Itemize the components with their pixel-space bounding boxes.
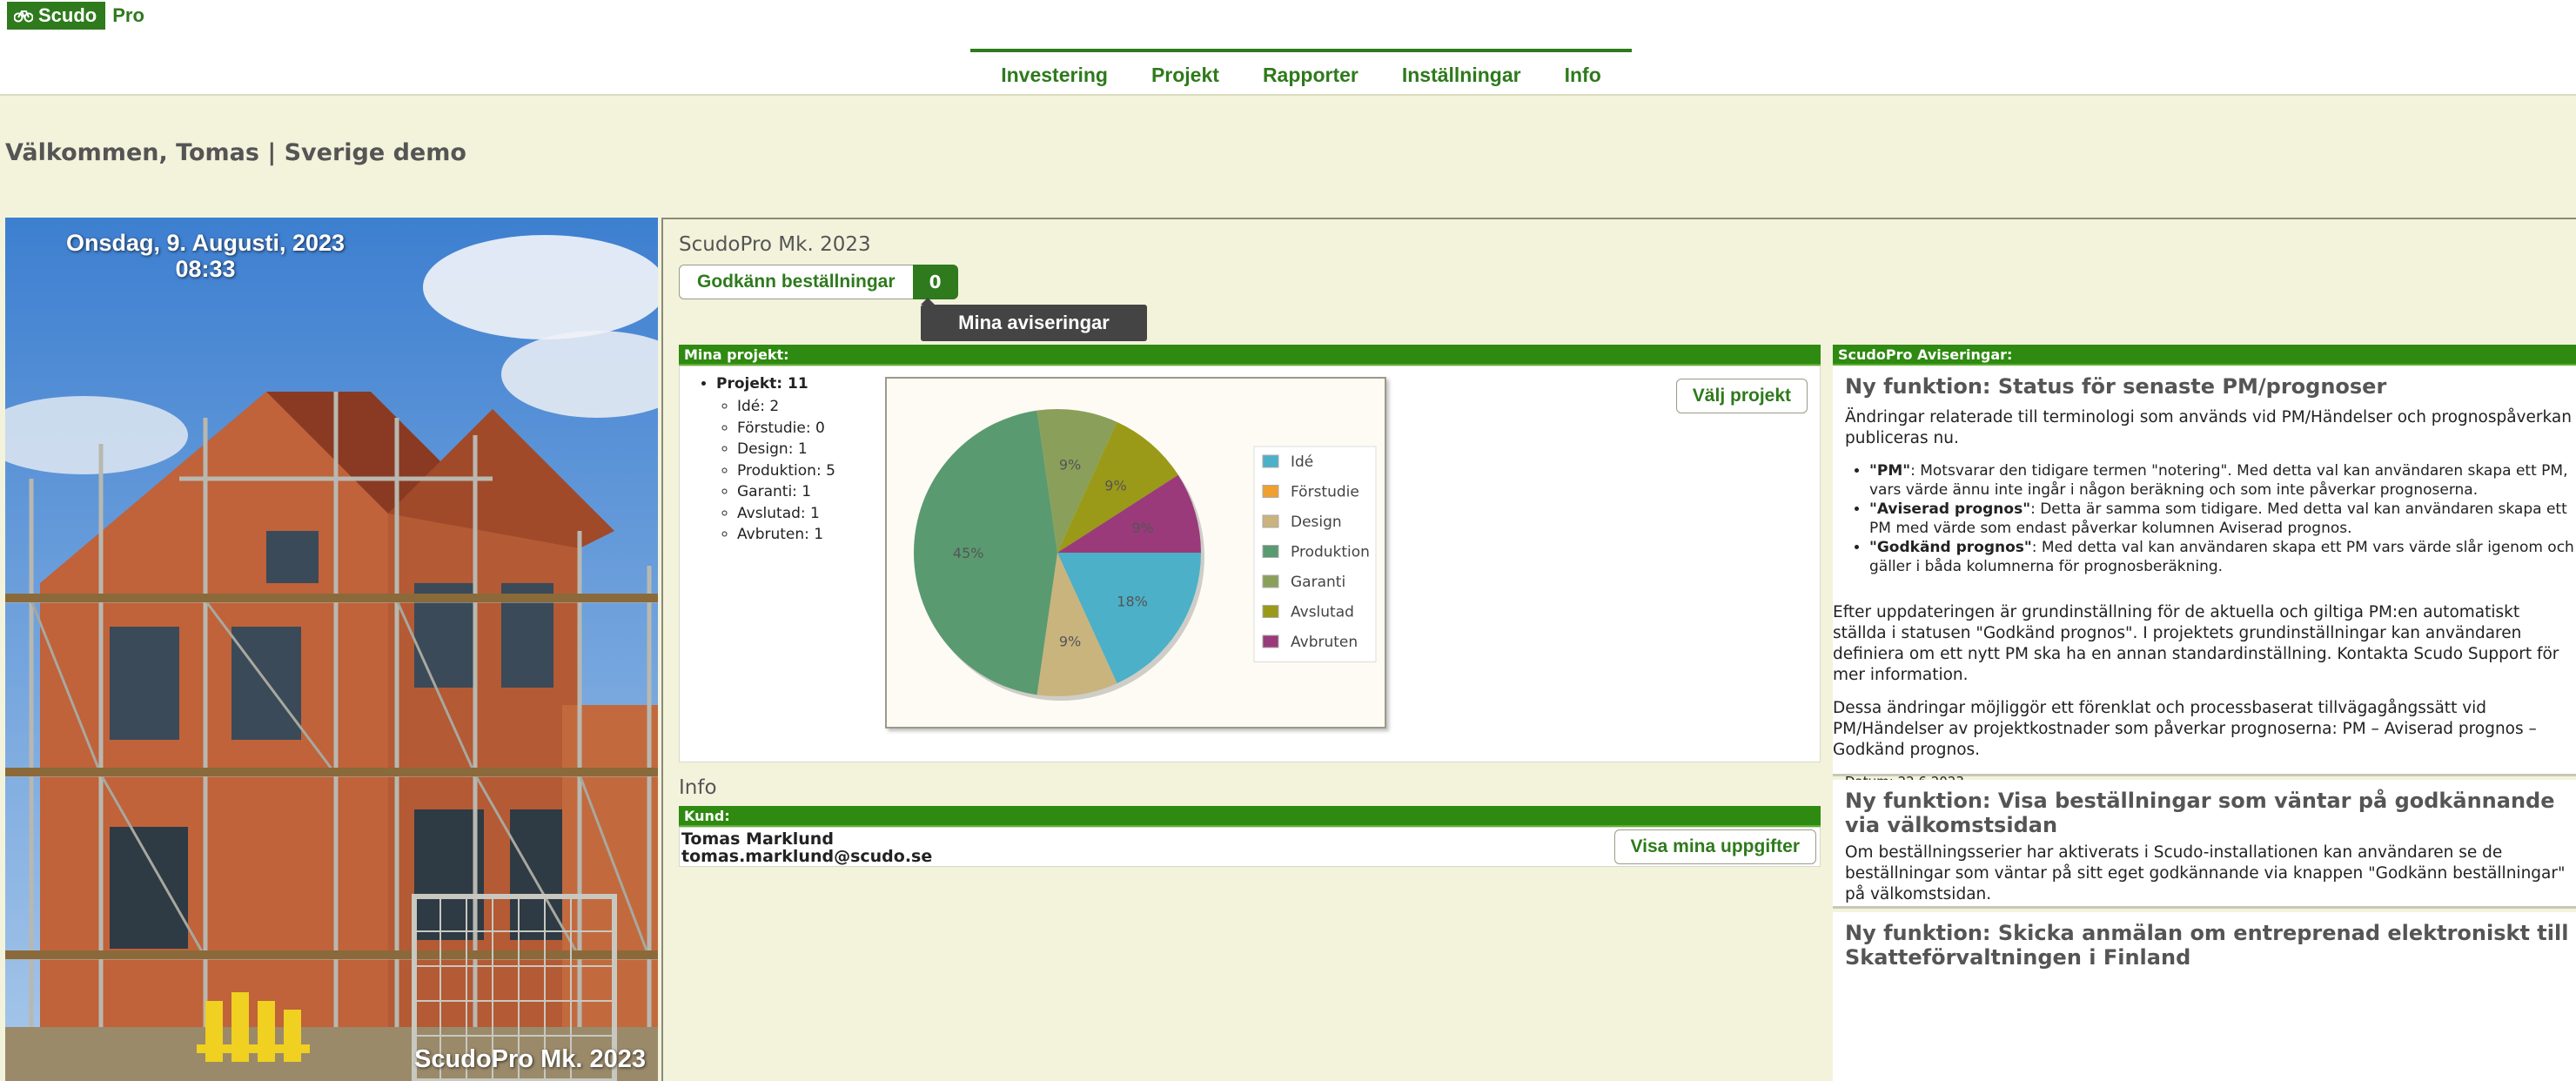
approve-orders-label: Godkänn beställningar: [679, 265, 913, 299]
notifications-header: ScudoPro Aviseringar:: [1833, 345, 2576, 366]
notice-item: Ny funktion: Skicka anmälan om entrepren…: [1833, 912, 2576, 1081]
customer-body: Tomas Marklund tomas.marklund@scudo.se V…: [679, 827, 1821, 867]
brand-suffix: Pro: [112, 4, 144, 26]
notice-bullet: "Godkänd prognos": Med detta val kan anv…: [1869, 538, 2576, 576]
project-total-item: Projekt: 11 Idé: 2 Förstudie: 0 Design: …: [716, 375, 835, 546]
notice-bullets: "PM": Motsvarar den tidigare termen "not…: [1869, 461, 2576, 576]
project-status-list: Idé: 2 Förstudie: 0 Design: 1 Produktion…: [737, 396, 835, 546]
legend-swatch: [1262, 605, 1279, 618]
main-title: ScudoPro Mk. 2023: [679, 233, 871, 256]
notice-title: Ny funktion: Visa beställningar som vänt…: [1845, 789, 2555, 837]
bullet-term: "PM": [1869, 462, 1911, 480]
project-status-item: Förstudie: 0: [737, 418, 835, 440]
bullet-term: "Godkänd prognos": [1869, 539, 2032, 556]
project-status-item: Avslutad: 1: [737, 503, 835, 525]
my-projects-header: Mina projekt:: [679, 345, 1821, 366]
legend-label: Avbruten: [1291, 634, 1358, 651]
legend-swatch: [1262, 454, 1279, 468]
approve-orders-count: 0: [912, 265, 958, 299]
customer-name: Tomas Marklund: [681, 829, 834, 849]
pie-data-label: 9%: [1059, 457, 1081, 473]
notice-title: Ny funktion: Skicka anmälan om entrepren…: [1845, 921, 2569, 970]
project-status-item: Garanti: 1: [737, 481, 835, 503]
my-projects-panel: Mina projekt: Projekt: 11 Idé: 2 Förstud…: [679, 345, 1821, 762]
notice-item: Ny funktion: Visa beställningar som vänt…: [1833, 780, 2576, 934]
photo-date: Onsdag, 9. Augusti, 2023: [65, 230, 345, 256]
nav-underline: [970, 49, 1632, 52]
legend-swatch: [1262, 574, 1279, 588]
main-nav: Investering Projekt Rapporter Inställnin…: [970, 54, 1632, 96]
photo-time: 08:33: [175, 256, 236, 282]
bullet-text: : Motsvarar den tidigare termen "noterin…: [1869, 462, 2568, 499]
legend-swatch: [1262, 485, 1279, 498]
nav-rapporter[interactable]: Rapporter: [1263, 64, 1358, 87]
notifications-panel: ScudoPro Aviseringar: Ny funktion: Statu…: [1833, 345, 2576, 1081]
customer-panel: Kund: Tomas Marklund tomas.marklund@scud…: [679, 806, 1821, 869]
customer-header: Kund:: [679, 806, 1821, 827]
pie-chart-svg: 18% 9% 45% 9% 9% 9% Idé Förstudie Design Produkti…: [914, 409, 1377, 701]
project-status-item: Produktion: 5: [737, 460, 835, 482]
approve-orders-button[interactable]: Godkänn beställningar 0: [679, 265, 958, 299]
logo[interactable]: Scudo Pro: [7, 2, 144, 30]
project-status-item: Avbruten: 1: [737, 524, 835, 546]
legend-label: Produktion: [1291, 544, 1370, 561]
notice-text: Om beställningsserier har aktiverats i S…: [1845, 843, 2566, 903]
nav-info[interactable]: Info: [1565, 64, 1601, 87]
notice-intro: Ändringar relaterade till terminologi so…: [1845, 408, 2572, 447]
legend-label: Avslutad: [1291, 604, 1354, 621]
legend-label: Idé: [1291, 453, 1313, 471]
choose-project-button[interactable]: Välj projekt: [1675, 379, 1808, 413]
bike-icon: [14, 10, 33, 23]
legend-swatch: [1262, 634, 1279, 648]
pie-data-label: 18%: [1117, 593, 1148, 609]
legend-swatch: [1262, 514, 1279, 528]
construction-illustration: [5, 218, 658, 1081]
project-pie-chart: 18% 9% 45% 9% 9% 9% Idé Förstudie Design Produkti…: [885, 377, 1386, 728]
bullet-term: "Aviserad prognos": [1869, 500, 2031, 518]
brand-name: Scudo: [38, 4, 97, 26]
info-title: Info: [679, 776, 717, 799]
nav-projekt[interactable]: Projekt: [1151, 64, 1219, 87]
notice-bullet: "PM": Motsvarar den tidigare termen "not…: [1869, 461, 2576, 500]
project-status-item: Design: 1: [737, 439, 835, 460]
customer-email: tomas.marklund@scudo.se: [681, 847, 933, 866]
legend-label: Förstudie: [1291, 484, 1359, 501]
nav-investering[interactable]: Investering: [1001, 64, 1108, 87]
logo-box: Scudo: [7, 2, 106, 30]
project-status-item: Idé: 2: [737, 396, 835, 418]
project-total: Projekt: 11: [716, 375, 808, 393]
main-panel: ScudoPro Mk. 2023 Godkänn beställningar …: [661, 218, 2576, 1081]
notice-item: Ny funktion: Status för senaste PM/progn…: [1833, 366, 2576, 789]
notice-paragraph: Dessa ändringar möjliggör ett förenklat …: [1833, 699, 2537, 759]
legend-label: Design: [1291, 514, 1342, 531]
notice-title: Ny funktion: Status för senaste PM/progn…: [1845, 374, 2387, 399]
notice-paragraph: Efter uppdateringen är grundinställning …: [1833, 603, 2559, 684]
nav-installningar[interactable]: Inställningar: [1402, 64, 1521, 87]
notice-bullet: "Aviserad prognos": Detta är samma som t…: [1869, 500, 2576, 538]
pie-data-label: 9%: [1104, 478, 1126, 494]
pie-slice-produktion[interactable]: [914, 410, 1057, 695]
notifications-tooltip: Mina aviseringar: [921, 298, 1147, 341]
construction-photo: Onsdag, 9. Augusti, 2023 08:33 ScudoPro …: [5, 218, 658, 1081]
photo-brand: ScudoPro Mk. 2023: [414, 1045, 646, 1073]
welcome-title: Välkommen, Tomas | Sverige demo: [5, 139, 466, 166]
legend-swatch: [1262, 545, 1279, 558]
pie-data-label: 45%: [953, 545, 984, 561]
top-bar: Scudo Pro Investering Projekt Rapporter …: [0, 0, 2576, 96]
project-list: Projekt: 11 Idé: 2 Förstudie: 0 Design: …: [699, 375, 835, 546]
legend-label: Garanti: [1291, 574, 1345, 591]
my-projects-body: Projekt: 11 Idé: 2 Förstudie: 0 Design: …: [679, 366, 1821, 762]
pie-data-label: 9%: [1059, 633, 1081, 649]
show-my-details-button[interactable]: Visa mina uppgifter: [1613, 829, 1816, 864]
pie-data-label: 9%: [1131, 520, 1153, 536]
